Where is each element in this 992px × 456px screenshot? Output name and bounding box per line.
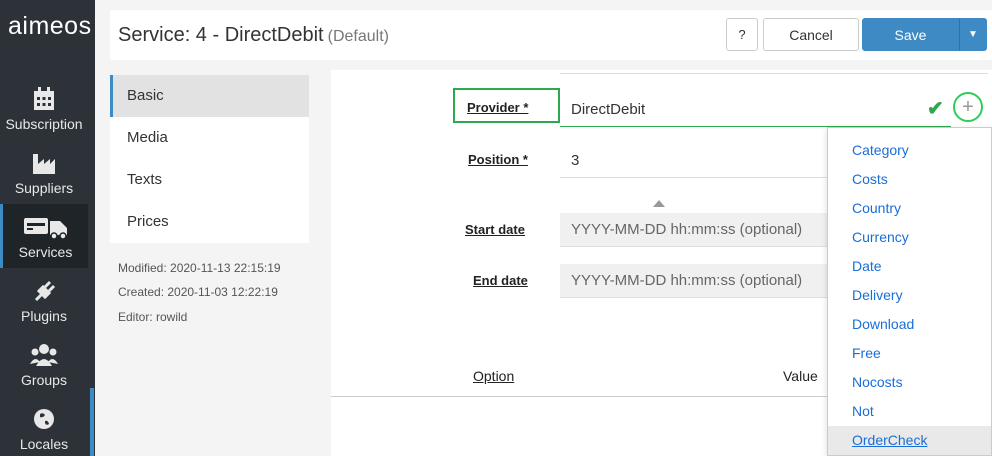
column-header-value: Value [783,368,818,384]
tab-prices[interactable]: Prices [110,201,309,243]
dropdown-item[interactable]: Not [828,397,991,426]
calendar-icon [34,87,54,110]
nav-label: Locales [19,436,69,452]
dropdown-item[interactable]: Delivery [828,281,991,310]
nav-label: Groups [21,372,67,388]
position-value: 3 [571,151,580,169]
nav-item-locales[interactable]: Locales [0,396,88,456]
dropdown-item[interactable]: Currency [828,223,991,252]
start-date-label: Start date [465,222,525,237]
factory-icon [33,154,55,174]
end-date-field[interactable]: YYYY-MM-DD hh:mm:ss (optional) [560,264,828,298]
truck-icon [23,218,67,240]
tab-basic[interactable]: Basic [110,75,309,117]
logo: aimeos [8,12,92,40]
nav-item-groups[interactable]: Groups [0,332,88,396]
nav-item-services[interactable]: Services [0,204,88,268]
position-field[interactable]: 3 [560,143,828,178]
page-header: Service: 4 - DirectDebit (Default) ? Canc… [110,10,992,60]
provider-field[interactable]: DirectDebit [560,92,951,127]
tab-media[interactable]: Media [110,117,309,159]
save-options-button[interactable]: ▼ [959,18,987,51]
end-date-placeholder: YYYY-MM-DD hh:mm:ss (optional) [571,272,803,289]
users-icon [30,344,58,366]
page-title: Service: 4 - DirectDebit (Default) [118,24,389,47]
nav-label: Services [18,244,73,260]
dropdown-item[interactable]: Nocosts [828,368,991,397]
nav-label: Suppliers [14,180,74,196]
provider-value: DirectDebit [571,100,646,118]
main-sidebar: aimeos Subscription Suppliers Services P… [0,0,95,456]
end-date-label: End date [473,273,528,288]
dropdown-item[interactable]: OrderCheck [828,426,991,455]
provider-label: Provider * [467,100,529,115]
meta-editor: Editor: rowild [118,310,188,324]
nav-item-plugins[interactable]: Plugins [0,268,88,332]
field-divider [560,73,988,74]
dropdown-item[interactable]: Category [828,136,991,165]
globe-icon [34,409,54,429]
caret-down-icon: ▼ [968,29,978,40]
dropdown-item[interactable]: Country [828,194,991,223]
dropdown-item[interactable]: Download [828,310,991,339]
plus-icon: + [962,95,974,118]
meta-created: Created: 2020-11-03 12:22:19 [118,285,278,299]
plug-icon [34,280,56,302]
title-text: Service: 4 - DirectDebit [118,24,324,46]
position-label: Position * [468,152,528,167]
meta-modified: Modified: 2020-11-13 22:15:19 [118,261,281,275]
column-header-option[interactable]: Option [473,368,514,384]
check-icon: ✔ [927,98,944,120]
start-date-placeholder: YYYY-MM-DD hh:mm:ss (optional) [571,221,803,238]
help-button[interactable]: ? [726,18,758,51]
cancel-button[interactable]: Cancel [763,18,859,51]
provider-decorator-dropdown: Category Costs Country Currency Date Del… [827,127,992,456]
dropdown-item[interactable]: Date [828,252,991,281]
add-config-button[interactable]: + [953,92,983,122]
tab-texts[interactable]: Texts [110,159,309,201]
nav-item-suppliers[interactable]: Suppliers [0,140,88,204]
dropdown-item[interactable]: Costs [828,165,991,194]
sidebar-scrollbar[interactable] [90,388,94,456]
save-button[interactable]: Save [862,18,959,51]
start-date-field[interactable]: YYYY-MM-DD hh:mm:ss (optional) [560,213,828,247]
dropdown-item[interactable]: Free [828,339,991,368]
nav-label: Plugins [21,308,67,324]
nav-item-subscription[interactable]: Subscription [0,76,88,140]
title-subtitle: (Default) [327,28,389,45]
nav-label: Subscription [5,116,83,132]
item-subnav: Basic Media Texts Prices [110,75,309,243]
collapse-caret-icon[interactable] [653,200,665,207]
